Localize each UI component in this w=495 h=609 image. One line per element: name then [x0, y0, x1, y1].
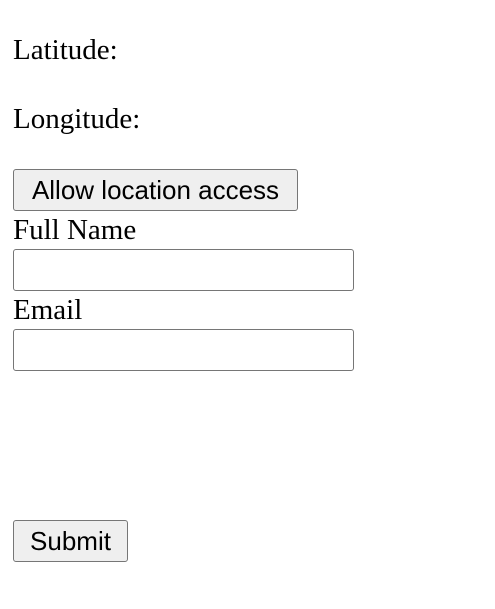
latitude-label: Latitude:: [13, 34, 118, 66]
longitude-row: Longitude:: [13, 102, 140, 136]
longitude-label: Longitude:: [13, 103, 141, 135]
full-name-field[interactable]: [13, 249, 354, 291]
allow-location-access-button[interactable]: Allow location access: [13, 169, 298, 211]
submit-button[interactable]: Submit: [13, 520, 128, 562]
email-label: Email: [13, 294, 83, 326]
email-field[interactable]: [13, 329, 354, 371]
latitude-row: Latitude:: [13, 33, 118, 67]
full-name-label: Full Name: [13, 214, 137, 246]
